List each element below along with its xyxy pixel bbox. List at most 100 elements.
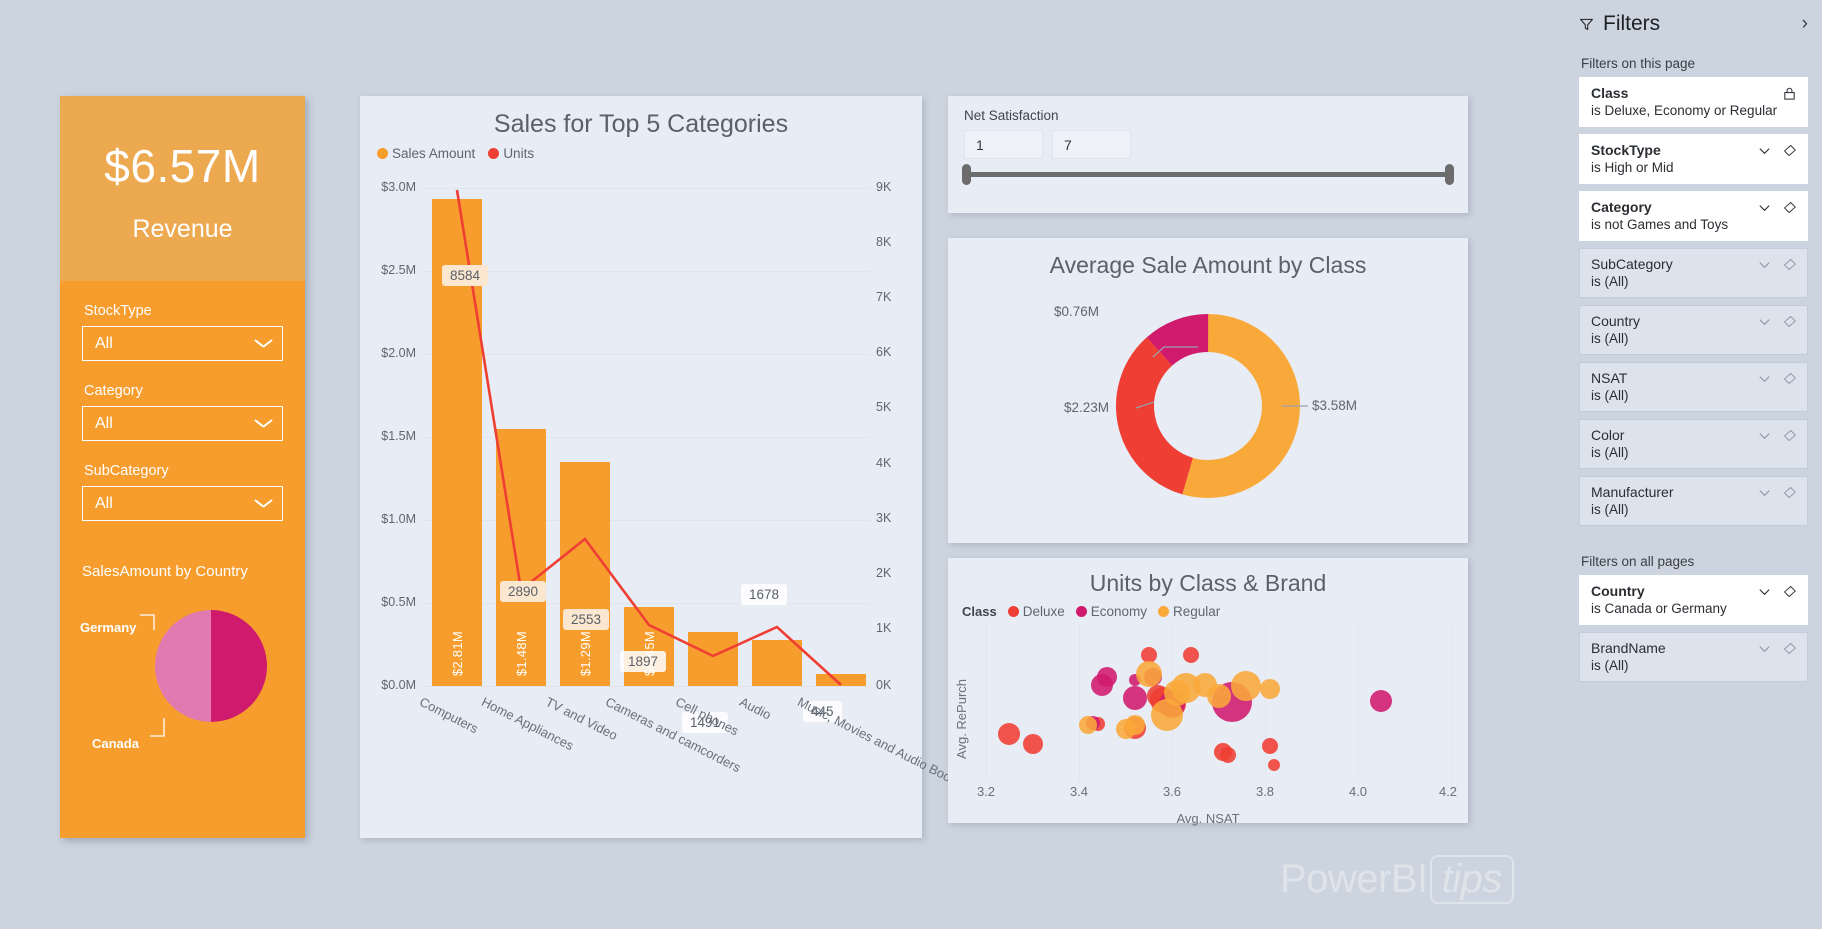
clear-filter-icon[interactable]: [1782, 314, 1797, 329]
scatter-bubble[interactable]: [1079, 716, 1098, 735]
pie-leader-germany: [140, 614, 155, 630]
clear-filter-icon[interactable]: [1782, 143, 1797, 158]
lock-icon[interactable]: [1782, 86, 1797, 101]
salesamount-by-country-pie[interactable]: Germany Canada: [60, 588, 305, 788]
units-data-label: 8584: [442, 265, 489, 286]
units-by-class-and-brand-panel[interactable]: Units by Class & Brand Class Deluxe Econ…: [948, 558, 1468, 826]
scatter-chart-legend: Class Deluxe Economy Regular: [962, 604, 1220, 619]
y2-axis-tick: 8K: [876, 235, 892, 249]
y2-axis-tick: 1K: [876, 621, 892, 635]
chevron-down-icon[interactable]: [1757, 485, 1772, 500]
chevron-down-icon[interactable]: [1757, 314, 1772, 329]
scatter-x-axis-label: Avg. NSAT: [1176, 811, 1240, 826]
filter-name: BrandName: [1591, 640, 1666, 656]
scatter-bubble[interactable]: [1151, 698, 1184, 731]
filter-card-manufacturer[interactable]: Manufacturer is (All): [1579, 476, 1808, 526]
legend-dot-units: [488, 148, 500, 159]
legend-dot-deluxe: [1007, 606, 1019, 617]
bars-container: $2.81M $1.48M $1.29M $0.45M: [422, 166, 870, 686]
clear-filter-icon[interactable]: [1782, 200, 1797, 215]
scatter-bubble[interactable]: [1022, 734, 1043, 755]
slicer-label-category: Category: [84, 383, 143, 399]
legend-dot-regular: [1158, 606, 1170, 617]
net-satisfaction-slicer-panel[interactable]: Net Satisfaction 1 7: [948, 96, 1468, 213]
legend-item-deluxe[interactable]: Deluxe: [1007, 604, 1065, 619]
slicer-subcategory[interactable]: All: [82, 486, 283, 521]
filter-name: StockType: [1591, 142, 1661, 158]
chevron-down-icon[interactable]: [1757, 143, 1772, 158]
slicer-category[interactable]: All: [82, 406, 283, 441]
nsat-slider-handle-max[interactable]: [1445, 164, 1454, 185]
scatter-bubble[interactable]: [1091, 673, 1114, 696]
nsat-range-slider[interactable]: [962, 164, 1454, 185]
clear-filter-icon[interactable]: [1782, 641, 1797, 656]
filter-card-category[interactable]: Category is not Games and Toys: [1579, 191, 1808, 241]
legend-item-regular[interactable]: Regular: [1158, 604, 1220, 619]
slicer-label-stocktype: StockType: [84, 303, 152, 319]
scatter-bubble[interactable]: [1370, 690, 1393, 713]
filter-name: Color: [1591, 427, 1625, 443]
legend-item-units[interactable]: Units: [488, 146, 534, 161]
filter-card-class[interactable]: Class is Deluxe, Economy or Regular: [1579, 77, 1808, 127]
filter-card-country[interactable]: Country is Canada or Germany: [1579, 575, 1808, 625]
scatter-bubble[interactable]: [998, 722, 1021, 745]
clear-filter-icon[interactable]: [1782, 584, 1797, 599]
scatter-bubble[interactable]: [1268, 758, 1281, 771]
filters-title: Filters: [1603, 12, 1661, 35]
net-satisfaction-label: Net Satisfaction: [964, 108, 1059, 123]
chevron-down-icon[interactable]: [1757, 641, 1772, 656]
legend-item-sales-amount[interactable]: Sales Amount: [377, 146, 475, 161]
clear-filter-icon[interactable]: [1782, 485, 1797, 500]
filter-header: StockType: [1591, 142, 1797, 158]
legend-label-regular: Regular: [1173, 604, 1221, 619]
filter-card-color[interactable]: Color is (All): [1579, 419, 1808, 469]
scatter-bubble[interactable]: [1261, 737, 1278, 754]
nsat-min-input[interactable]: 1: [964, 130, 1043, 159]
filter-header: Category: [1591, 199, 1797, 215]
chevron-down-icon[interactable]: [1757, 200, 1772, 215]
donut-chart-area[interactable]: $0.76M $2.23M $3.58M: [948, 284, 1468, 539]
filter-card-country[interactable]: Country is (All): [1579, 305, 1808, 355]
bar-chart-title: Sales for Top 5 Categories: [493, 110, 789, 138]
y-axis-tick: $0.0M: [381, 678, 416, 692]
legend-label-deluxe: Deluxe: [1022, 604, 1065, 619]
y2-axis-tick: 7K: [876, 290, 892, 304]
clear-filter-icon[interactable]: [1782, 371, 1797, 386]
slicer-label-subcategory: SubCategory: [84, 463, 169, 479]
clear-filter-icon[interactable]: [1782, 257, 1797, 272]
slicer-stocktype[interactable]: All: [82, 326, 283, 361]
donut-label-economy: $0.76M: [1054, 304, 1100, 319]
scatter-bubble[interactable]: [1135, 661, 1162, 688]
legend-item-economy[interactable]: Economy: [1075, 604, 1147, 619]
filter-condition: is (All): [1591, 274, 1629, 289]
filter-card-nsat[interactable]: NSAT is (All): [1579, 362, 1808, 412]
scatter-bubble[interactable]: [1219, 747, 1236, 764]
filter-card-subcategory[interactable]: SubCategory is (All): [1579, 248, 1808, 298]
scatter-bubble[interactable]: [1122, 686, 1147, 711]
sales-top-5-categories-panel[interactable]: Sales for Top 5 Categories Sales Amount …: [360, 96, 966, 838]
filter-header: Color: [1591, 427, 1797, 443]
chevron-right-icon[interactable]: ›: [1802, 13, 1808, 35]
slicer-stocktype-value: All: [95, 334, 113, 352]
average-sale-amount-by-class-panel[interactable]: Average Sale Amount by Class $0.76M $2.2…: [948, 238, 1468, 543]
chevron-down-icon[interactable]: [1757, 257, 1772, 272]
scatter-bubble[interactable]: [1231, 671, 1262, 702]
filter-card-stocktype[interactable]: StockType is High or Mid: [1579, 134, 1808, 184]
scatter-bubble[interactable]: [1259, 678, 1280, 699]
chevron-down-icon[interactable]: [1757, 428, 1772, 443]
chevron-down-icon[interactable]: [1757, 371, 1772, 386]
clear-filter-icon[interactable]: [1782, 428, 1797, 443]
nsat-max-input[interactable]: 7: [1052, 130, 1131, 159]
legend-label-sales-amount: Sales Amount: [392, 146, 476, 161]
filter-card-brandname[interactable]: BrandName is (All): [1579, 632, 1808, 682]
chevron-down-icon[interactable]: [1757, 584, 1772, 599]
scatter-x-tick: 3.2: [976, 784, 996, 799]
donut-chart-svg: [1116, 314, 1308, 498]
filter-header: Manufacturer: [1591, 484, 1797, 500]
donut-label-deluxe: $2.23M: [1064, 400, 1110, 415]
nsat-slider-handle-min[interactable]: [962, 164, 971, 185]
units-data-label: 1678: [741, 584, 788, 605]
scatter-bubble[interactable]: [1206, 683, 1231, 708]
scatter-bubble[interactable]: [1182, 647, 1199, 664]
x-axis-category-label: Music, Movies and Audio Books: [795, 694, 966, 791]
